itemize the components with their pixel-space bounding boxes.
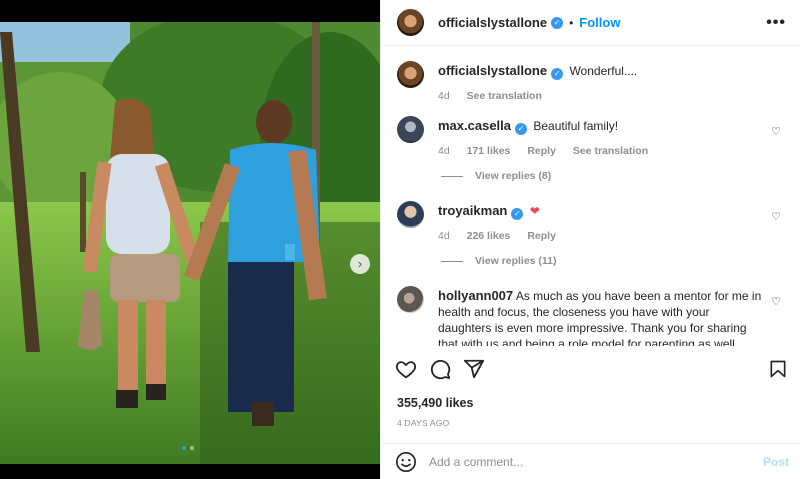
comment-icon[interactable] [429,358,451,380]
carousel-indicator [182,446,194,450]
post-actions [395,358,790,384]
verified-icon: ✓ [511,208,524,220]
comment: hollyann007 As much as you have been a m… [397,286,787,346]
comment-meta: 4d 171 likes Reply See translation [438,144,787,159]
more-options-button[interactable]: ••• [766,14,786,32]
reply-button[interactable]: Reply [527,230,556,242]
caption-time: 4d [438,90,450,102]
comment: troyaikman ✓ ❤ 4d 226 likes Reply ♡ [397,201,787,244]
view-replies-label: View replies (8) [475,170,552,182]
replies-line [441,260,463,262]
emoji-icon[interactable] [395,451,417,473]
photo-image [0,22,380,464]
share-icon[interactable] [463,358,485,380]
like-comment-heart-icon[interactable]: ♡ [771,125,781,138]
caption: officialslystallone ✓ Wonderful.... 4d Se… [397,61,787,104]
commenter-username[interactable]: max.casella [438,118,511,133]
verified-icon: ✓ [551,16,564,29]
caption-translate-link[interactable]: See translation [467,90,542,102]
bookmark-icon[interactable] [768,358,788,380]
post-header: officialslystallone ✓ • Follow ••• [381,0,800,46]
replies-line [441,175,463,177]
comment-composer: Add a comment... Post [381,443,800,479]
comment: max.casella ✓ Beautiful family! 4d 171 li… [397,116,787,159]
carousel-dot-active [182,446,186,450]
view-replies-label: View replies (11) [475,255,557,267]
commenter-avatar[interactable] [397,116,424,143]
reply-button[interactable]: Reply [527,145,556,157]
comments-list[interactable]: officialslystallone ✓ Wonderful.... 4d Se… [381,46,800,346]
caption-author-avatar[interactable] [397,61,424,88]
comment-meta: 4d 226 likes Reply [438,229,787,244]
next-photo-button[interactable]: › [350,254,370,274]
instagram-post-modal: › officialslystallone ✓ • Follow ••• off… [0,0,800,479]
verified-icon: ✓ [551,68,564,80]
comment-time: 4d [438,145,450,157]
chevron-right-icon: › [357,256,363,271]
comment-likes[interactable]: 171 likes [467,145,511,157]
post-comment-button[interactable]: Post [763,455,789,469]
carousel-dot [190,446,194,450]
commenter-avatar[interactable] [397,201,424,228]
heart-icon[interactable] [395,358,417,380]
commenter-avatar[interactable] [397,286,424,313]
comment-translate-link[interactable]: See translation [573,145,648,157]
like-comment-heart-icon[interactable]: ♡ [771,210,781,223]
comment-text: Beautiful family! [533,119,619,133]
caption-text: Wonderful.... [569,64,638,78]
view-replies-button[interactable]: View replies (11) [441,255,557,267]
commenter-username[interactable]: troyaikman [438,203,507,218]
comment-input[interactable]: Add a comment... [429,455,523,469]
commenter-username[interactable]: hollyann007 [438,288,513,303]
view-replies-button[interactable]: View replies (8) [441,170,551,182]
likes-count[interactable]: 355,490 likes [397,396,473,410]
like-comment-heart-icon[interactable]: ♡ [771,295,781,308]
caption-meta: 4d See translation [438,89,787,104]
post-sidebar: officialslystallone ✓ • Follow ••• offic… [380,0,800,479]
verified-icon: ✓ [515,123,528,135]
author-username[interactable]: officialslystallone [438,15,547,30]
comment-time: 4d [438,230,450,242]
comment-likes[interactable]: 226 likes [467,230,511,242]
separator-dot: • [569,15,574,30]
post-photo[interactable]: › [0,22,380,464]
author-avatar[interactable] [397,9,424,36]
red-heart-emoji: ❤ [529,204,540,218]
post-timestamp[interactable]: 4 DAYS AGO [397,418,449,428]
caption-author-username[interactable]: officialslystallone [438,63,547,78]
follow-button[interactable]: Follow [579,15,620,30]
